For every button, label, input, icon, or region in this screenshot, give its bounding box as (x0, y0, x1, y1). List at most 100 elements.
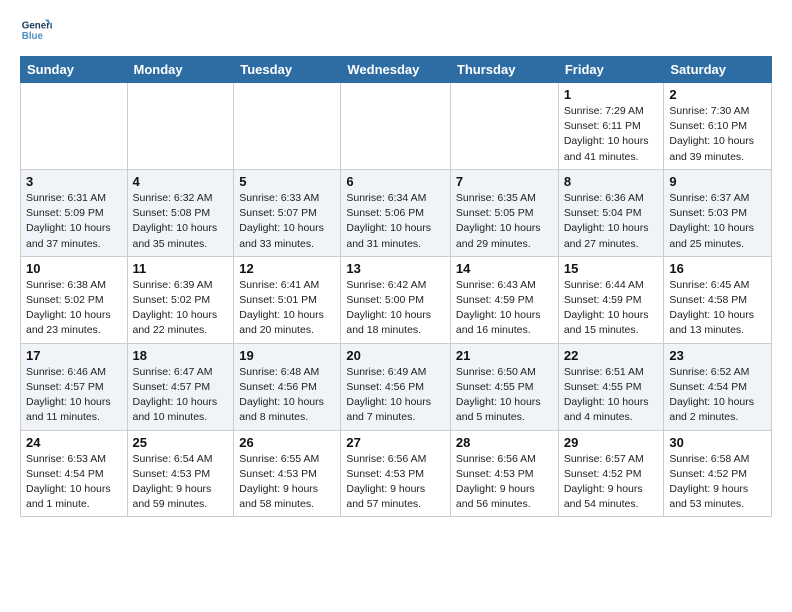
day-info: Sunrise: 6:31 AMSunset: 5:09 PMDaylight:… (26, 191, 122, 252)
day-info: Sunrise: 6:58 AMSunset: 4:52 PMDaylight:… (669, 452, 766, 513)
day-number: 8 (564, 174, 659, 189)
calendar-cell (450, 83, 558, 170)
calendar-cell: 16Sunrise: 6:45 AMSunset: 4:58 PMDayligh… (664, 256, 772, 343)
calendar-cell: 10 Sunrise: 6:38 AMSunset: 5:02 PMDayligh… (21, 256, 128, 343)
calendar-cell: 24 Sunrise: 6:53 AMSunset: 4:54 PMDayligh… (21, 430, 128, 517)
day-info: Sunrise: 6:41 AMSunset: 5:01 PMDaylight:… (239, 278, 335, 339)
day-number: 7 (456, 174, 553, 189)
day-info: Sunrise: 6:38 AMSunset: 5:02 PMDaylight:… (26, 278, 122, 339)
calendar-cell: 15Sunrise: 6:44 AMSunset: 4:59 PMDayligh… (558, 256, 664, 343)
day-info: Sunrise: 7:30 AMSunset: 6:10 PMDaylight:… (669, 104, 766, 165)
day-info: Sunrise: 6:36 AMSunset: 5:04 PMDaylight:… (564, 191, 659, 252)
day-number: 17 (26, 348, 122, 363)
calendar-cell: 21Sunrise: 6:50 AMSunset: 4:55 PMDayligh… (450, 343, 558, 430)
weekday-header-tuesday: Tuesday (234, 57, 341, 83)
day-number: 18 (133, 348, 229, 363)
day-info: Sunrise: 6:51 AMSunset: 4:55 PMDaylight:… (564, 365, 659, 426)
day-number: 12 (239, 261, 335, 276)
day-number: 21 (456, 348, 553, 363)
calendar-cell: 3 Sunrise: 6:31 AMSunset: 5:09 PMDaylight… (21, 169, 128, 256)
day-number: 26 (239, 435, 335, 450)
calendar-cell: 12 Sunrise: 6:41 AMSunset: 5:01 PMDayligh… (234, 256, 341, 343)
weekday-header-saturday: Saturday (664, 57, 772, 83)
calendar-cell (341, 83, 451, 170)
day-number: 6 (346, 174, 445, 189)
weekday-header-row: SundayMondayTuesdayWednesdayThursdayFrid… (21, 57, 772, 83)
calendar-cell: 29 Sunrise: 6:57 AMSunset: 4:52 PMDayligh… (558, 430, 664, 517)
week-row-4: 17 Sunrise: 6:46 AMSunset: 4:57 PMDayligh… (21, 343, 772, 430)
day-number: 20 (346, 348, 445, 363)
weekday-header-monday: Monday (127, 57, 234, 83)
week-row-1: 1 Sunrise: 7:29 AMSunset: 6:11 PMDaylight… (21, 83, 772, 170)
day-info: Sunrise: 6:57 AMSunset: 4:52 PMDaylight:… (564, 452, 659, 513)
day-number: 4 (133, 174, 229, 189)
calendar-cell: 26 Sunrise: 6:55 AMSunset: 4:53 PMDayligh… (234, 430, 341, 517)
day-info: Sunrise: 6:34 AMSunset: 5:06 PMDaylight:… (346, 191, 445, 252)
header: General Blue (20, 16, 772, 48)
day-info: Sunrise: 6:47 AMSunset: 4:57 PMDaylight:… (133, 365, 229, 426)
calendar-cell: 30 Sunrise: 6:58 AMSunset: 4:52 PMDayligh… (664, 430, 772, 517)
calendar-table: SundayMondayTuesdayWednesdayThursdayFrid… (20, 56, 772, 517)
day-number: 2 (669, 87, 766, 102)
day-info: Sunrise: 6:35 AMSunset: 5:05 PMDaylight:… (456, 191, 553, 252)
day-number: 10 (26, 261, 122, 276)
day-info: Sunrise: 6:56 AMSunset: 4:53 PMDaylight:… (456, 452, 553, 513)
day-info: Sunrise: 6:54 AMSunset: 4:53 PMDaylight:… (133, 452, 229, 513)
calendar-cell: 7 Sunrise: 6:35 AMSunset: 5:05 PMDaylight… (450, 169, 558, 256)
day-info: Sunrise: 6:55 AMSunset: 4:53 PMDaylight:… (239, 452, 335, 513)
calendar-cell: 6 Sunrise: 6:34 AMSunset: 5:06 PMDaylight… (341, 169, 451, 256)
calendar-cell: 8 Sunrise: 6:36 AMSunset: 5:04 PMDaylight… (558, 169, 664, 256)
day-number: 23 (669, 348, 766, 363)
day-info: Sunrise: 6:37 AMSunset: 5:03 PMDaylight:… (669, 191, 766, 252)
calendar-cell: 25 Sunrise: 6:54 AMSunset: 4:53 PMDayligh… (127, 430, 234, 517)
calendar-cell: 22Sunrise: 6:51 AMSunset: 4:55 PMDayligh… (558, 343, 664, 430)
calendar-cell: 11Sunrise: 6:39 AMSunset: 5:02 PMDayligh… (127, 256, 234, 343)
calendar-cell: 27 Sunrise: 6:56 AMSunset: 4:53 PMDayligh… (341, 430, 451, 517)
day-number: 19 (239, 348, 335, 363)
calendar-cell: 13 Sunrise: 6:42 AMSunset: 5:00 PMDayligh… (341, 256, 451, 343)
week-row-3: 10 Sunrise: 6:38 AMSunset: 5:02 PMDayligh… (21, 256, 772, 343)
week-row-2: 3 Sunrise: 6:31 AMSunset: 5:09 PMDaylight… (21, 169, 772, 256)
calendar-cell: 9 Sunrise: 6:37 AMSunset: 5:03 PMDaylight… (664, 169, 772, 256)
day-info: Sunrise: 6:49 AMSunset: 4:56 PMDaylight:… (346, 365, 445, 426)
day-number: 24 (26, 435, 122, 450)
day-number: 27 (346, 435, 445, 450)
day-info: Sunrise: 6:32 AMSunset: 5:08 PMDaylight:… (133, 191, 229, 252)
day-info: Sunrise: 6:42 AMSunset: 5:00 PMDaylight:… (346, 278, 445, 339)
weekday-header-sunday: Sunday (21, 57, 128, 83)
calendar-cell: 20 Sunrise: 6:49 AMSunset: 4:56 PMDayligh… (341, 343, 451, 430)
day-number: 25 (133, 435, 229, 450)
day-number: 1 (564, 87, 659, 102)
day-info: Sunrise: 6:52 AMSunset: 4:54 PMDaylight:… (669, 365, 766, 426)
day-info: Sunrise: 6:53 AMSunset: 4:54 PMDaylight:… (26, 452, 122, 513)
day-info: Sunrise: 6:33 AMSunset: 5:07 PMDaylight:… (239, 191, 335, 252)
calendar-cell: 14 Sunrise: 6:43 AMSunset: 4:59 PMDayligh… (450, 256, 558, 343)
logo: General Blue (20, 16, 56, 48)
day-number: 3 (26, 174, 122, 189)
weekday-header-wednesday: Wednesday (341, 57, 451, 83)
day-number: 28 (456, 435, 553, 450)
calendar-cell: 5 Sunrise: 6:33 AMSunset: 5:07 PMDaylight… (234, 169, 341, 256)
calendar-cell (127, 83, 234, 170)
day-info: Sunrise: 7:29 AMSunset: 6:11 PMDaylight:… (564, 104, 659, 165)
day-number: 29 (564, 435, 659, 450)
svg-text:Blue: Blue (22, 31, 44, 42)
page: General Blue SundayMondayTuesdayWednesda… (0, 0, 792, 527)
day-number: 14 (456, 261, 553, 276)
calendar-cell: 18 Sunrise: 6:47 AMSunset: 4:57 PMDayligh… (127, 343, 234, 430)
calendar-cell (21, 83, 128, 170)
calendar-cell: 4 Sunrise: 6:32 AMSunset: 5:08 PMDaylight… (127, 169, 234, 256)
calendar-cell: 23 Sunrise: 6:52 AMSunset: 4:54 PMDayligh… (664, 343, 772, 430)
day-info: Sunrise: 6:56 AMSunset: 4:53 PMDaylight:… (346, 452, 445, 513)
day-number: 13 (346, 261, 445, 276)
day-number: 15 (564, 261, 659, 276)
day-number: 30 (669, 435, 766, 450)
calendar-cell: 17 Sunrise: 6:46 AMSunset: 4:57 PMDayligh… (21, 343, 128, 430)
day-info: Sunrise: 6:43 AMSunset: 4:59 PMDaylight:… (456, 278, 553, 339)
calendar-cell: 19Sunrise: 6:48 AMSunset: 4:56 PMDayligh… (234, 343, 341, 430)
day-number: 9 (669, 174, 766, 189)
day-number: 5 (239, 174, 335, 189)
weekday-header-thursday: Thursday (450, 57, 558, 83)
calendar-cell: 1 Sunrise: 7:29 AMSunset: 6:11 PMDaylight… (558, 83, 664, 170)
day-info: Sunrise: 6:46 AMSunset: 4:57 PMDaylight:… (26, 365, 122, 426)
